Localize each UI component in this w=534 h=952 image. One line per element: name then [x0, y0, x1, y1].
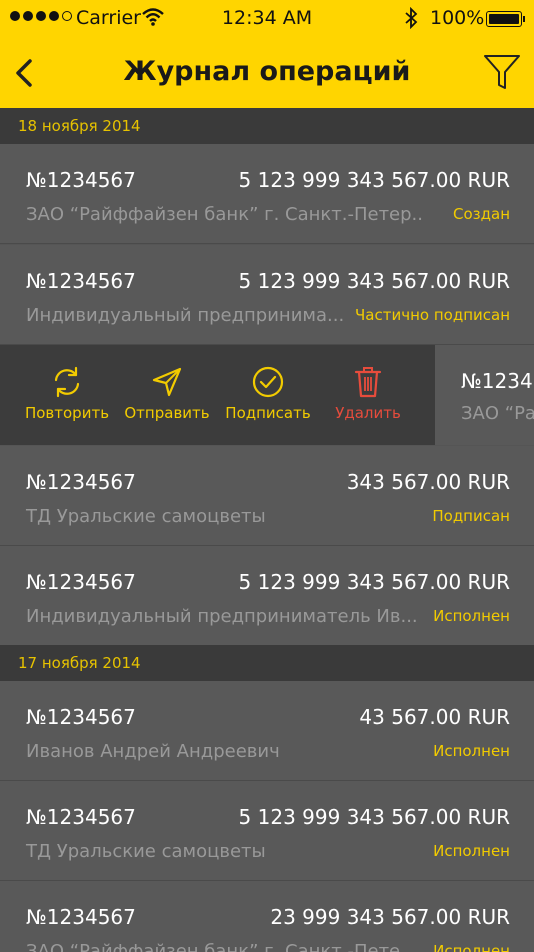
bluetooth-icon	[404, 6, 418, 34]
funnel-icon	[484, 55, 520, 89]
delete-label: Удалить	[335, 404, 401, 422]
check-circle-icon	[252, 366, 284, 398]
battery-icon	[486, 11, 525, 27]
operation-amount: 43 567.00 RUR	[359, 705, 510, 729]
date-section-header: 18 ноября 2014	[0, 108, 534, 144]
operation-counterparty: ТД Уральские самоцветы	[26, 506, 266, 527]
operation-counterparty: ТД Уральские самоцветы	[26, 841, 266, 862]
operation-counterparty: ЗАО “Райффайзен банк” г. Санкт.-Петер..	[26, 204, 423, 225]
operation-status: Исполнен	[433, 742, 510, 760]
section-date: 18 ноября 2014	[18, 117, 141, 135]
page-title: Журнал операций	[123, 56, 411, 87]
operation-status: Частично подписан	[355, 306, 510, 324]
send-button[interactable]: Отправить	[117, 345, 217, 445]
sign-button[interactable]: Подписать	[218, 345, 318, 445]
operation-counterparty: Индивидуальный предприниматель Ив...	[26, 606, 418, 627]
operation-row[interactable]: №1234567 5 123 999 343 567.00 RUR ЗАО “Р…	[0, 144, 534, 244]
navigation-bar: Журнал операций	[0, 38, 534, 108]
operation-number: №1234567	[26, 570, 136, 594]
trash-icon	[354, 367, 382, 398]
operation-status: Исполнен	[433, 842, 510, 860]
operation-counterparty: ЗАО “Ра	[461, 403, 534, 424]
operation-number: №12345	[461, 369, 534, 393]
operation-number: №1234567	[26, 805, 136, 829]
operation-row[interactable]: №1234567 23 999 343 567.00 RUR ЗАО “Райф…	[0, 881, 534, 952]
operation-status: Исполнен	[433, 942, 510, 952]
operation-counterparty: Индивидуальный предпринима...	[26, 305, 345, 326]
section-date: 17 ноября 2014	[18, 654, 141, 672]
operation-row[interactable]: №1234567 5 123 999 343 567.00 RUR Индиви…	[0, 546, 534, 646]
operation-amount: 5 123 999 343 567.00 RUR	[238, 570, 510, 594]
operation-number: №1234567	[26, 168, 136, 192]
operation-amount: 343 567.00 RUR	[346, 470, 510, 494]
operation-row[interactable]: №12345 ЗАО “Ра	[435, 345, 534, 445]
operation-status: Исполнен	[433, 607, 510, 625]
operation-status: Создан	[453, 205, 510, 223]
repeat-icon	[54, 366, 80, 398]
operation-row[interactable]: №1234567 43 567.00 RUR Иванов Андрей Анд…	[0, 681, 534, 781]
status-bar: Carrier 12:34 AM 100%	[0, 0, 534, 38]
swiped-operation-row: Повторить Отправить Подписать Удалить №1…	[0, 345, 534, 445]
send-icon	[152, 367, 182, 397]
operation-counterparty: ЗАО “Райффайзен банк” г. Санкт.-Пете...	[26, 941, 418, 952]
operation-amount: 5 123 999 343 567.00 RUR	[238, 269, 510, 293]
operation-number: №1234567	[26, 705, 136, 729]
filter-button[interactable]	[482, 52, 522, 94]
battery-percent: 100%	[430, 7, 485, 29]
operation-row[interactable]: №1234567 5 123 999 343 567.00 RUR ТД Ура…	[0, 781, 534, 881]
date-section-header: 17 ноября 2014	[0, 645, 534, 681]
operation-counterparty: Иванов Андрей Андреевич	[26, 741, 280, 762]
repeat-button[interactable]: Повторить	[17, 345, 117, 445]
operation-amount: 23 999 343 567.00 RUR	[270, 905, 510, 929]
operation-row[interactable]: №1234567 5 123 999 343 567.00 RUR Индиви…	[0, 245, 534, 345]
delete-button[interactable]: Удалить	[318, 345, 418, 445]
operation-number: №1234567	[26, 269, 136, 293]
operation-amount: 5 123 999 343 567.00 RUR	[238, 805, 510, 829]
operation-row[interactable]: №1234567 343 567.00 RUR ТД Уральские сам…	[0, 446, 534, 546]
header: Carrier 12:34 AM 100% Журнал операций	[0, 0, 534, 108]
operation-number: №1234567	[26, 470, 136, 494]
operation-amount: 5 123 999 343 567.00 RUR	[238, 168, 510, 192]
operation-number: №1234567	[26, 905, 136, 929]
operation-status: Подписан	[432, 507, 510, 525]
